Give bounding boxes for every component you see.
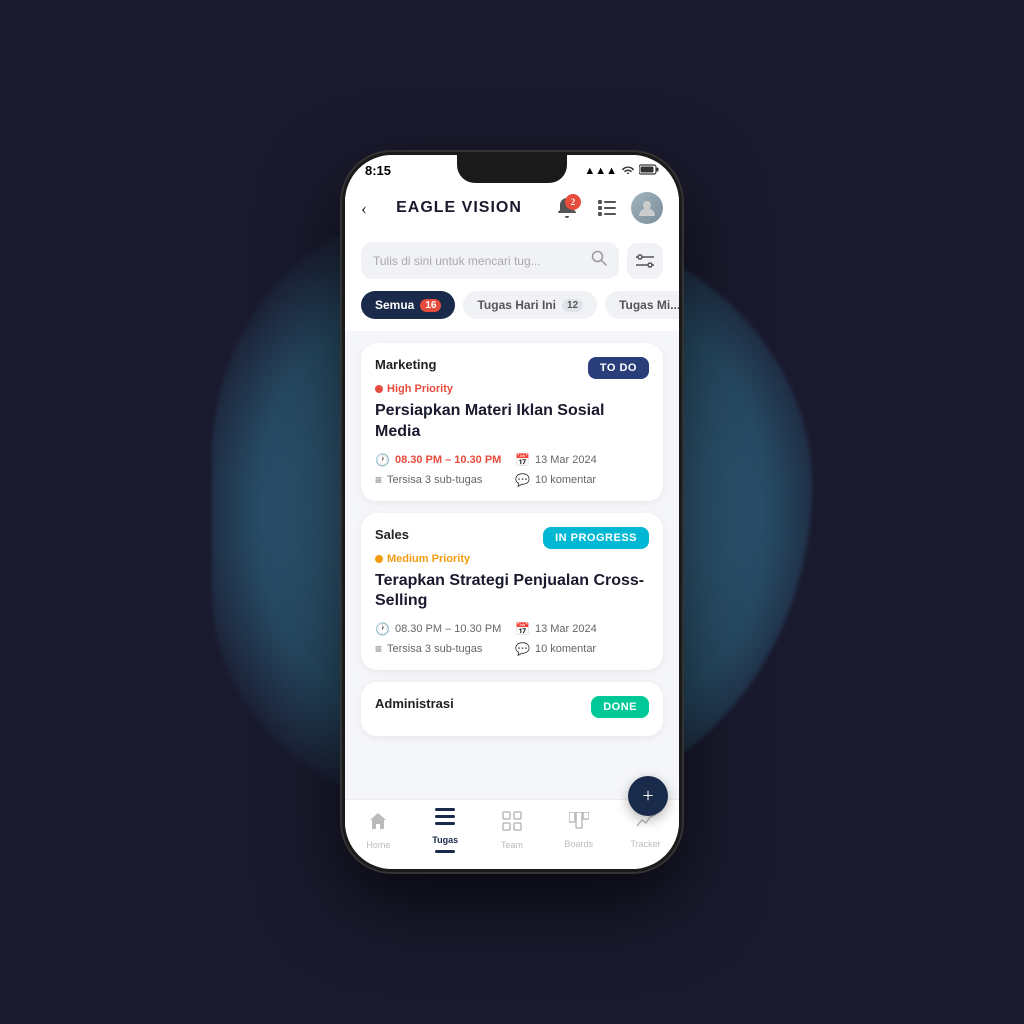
comment-icon-1: 💬 (515, 473, 530, 487)
task-comments-text-2: 10 komentar (535, 643, 596, 655)
tab-hari-ini-label: Tugas Hari Ini (477, 298, 555, 312)
nav-boards[interactable]: Boards (554, 812, 604, 849)
task-title-2: Terapkan Strategi Penjualan Cross-Sellin… (375, 571, 649, 613)
search-area: Tulis di sini untuk mencari tug... (345, 234, 679, 291)
avatar[interactable] (631, 192, 663, 224)
nav-home-label: Home (366, 840, 390, 850)
task-time-2: 🕐 08.30 PM – 10.30 PM (375, 622, 509, 636)
task-subtasks-2: ≡ Tersisa 3 sub-tugas (375, 642, 509, 656)
task-date-text-1: 13 Mar 2024 (535, 454, 597, 466)
task-subtasks-text-1: Tersisa 3 sub-tugas (387, 474, 482, 486)
status-icons: ▲▲▲ (584, 164, 659, 178)
task-category-1: Marketing (375, 357, 436, 372)
signal-icon: ▲▲▲ (584, 165, 617, 177)
task-priority-1: High Priority (375, 383, 649, 395)
notification-button[interactable]: 2 (551, 192, 583, 224)
task-date-2: 📅 13 Mar 2024 (515, 622, 649, 636)
back-button[interactable]: ‹ (361, 198, 367, 219)
phone-frame: 8:15 ▲▲▲ ‹ EAGLE VISION 2 (342, 152, 682, 872)
task-date-1: 📅 13 Mar 2024 (515, 453, 649, 467)
task-time-text-1: 08.30 PM – 10.30 PM (395, 454, 501, 466)
nav-tracker[interactable]: Tracker (621, 812, 671, 849)
app-title: EAGLE VISION (377, 199, 541, 217)
tab-hari-ini[interactable]: Tugas Hari Ini 12 (463, 291, 597, 319)
task-date-text-2: 13 Mar 2024 (535, 623, 597, 635)
task-comments-text-1: 10 komentar (535, 474, 596, 486)
comment-icon-2: 💬 (515, 642, 530, 656)
task-comments-1: 💬 10 komentar (515, 473, 649, 487)
task-list: Marketing TO DO High Priority Persiapkan… (345, 331, 679, 799)
list-button[interactable] (591, 192, 623, 224)
card-meta-1: 🕐 08.30 PM – 10.30 PM 📅 13 Mar 2024 ≡ Te… (375, 453, 649, 487)
priority-text-2: Medium Priority (387, 553, 470, 565)
main-content: Marketing TO DO High Priority Persiapkan… (345, 331, 679, 799)
nav-boards-label: Boards (565, 839, 594, 849)
task-time-1: 🕐 08.30 PM – 10.30 PM (375, 453, 509, 467)
phone-screen: 8:15 ▲▲▲ ‹ EAGLE VISION 2 (345, 155, 679, 869)
filter-button[interactable] (627, 243, 663, 279)
task-card-administrasi: Administrasi DONE (361, 682, 663, 736)
priority-dot-2 (375, 555, 383, 563)
wifi-icon (621, 164, 635, 177)
calendar-icon-1: 📅 (515, 453, 530, 467)
search-icon[interactable] (591, 250, 607, 271)
task-priority-2: Medium Priority (375, 553, 649, 565)
battery-icon (639, 164, 659, 178)
nav-tasks-label: Tugas (432, 835, 458, 845)
subtask-icon-1: ≡ (375, 473, 382, 487)
bottom-nav: Home Tugas Team Boards (345, 799, 679, 869)
app-header: ‹ EAGLE VISION 2 (345, 182, 679, 234)
task-status-2[interactable]: IN PROGRESS (543, 527, 649, 549)
task-title-1: Persiapkan Materi Iklan Sosial Media (375, 401, 649, 443)
status-time: 8:15 (365, 163, 391, 178)
tabs-area: Semua 16 Tugas Hari Ini 12 Tugas Mi... (345, 291, 679, 331)
nav-tasks[interactable]: Tugas (420, 808, 470, 853)
tab-minggu-label: Tugas Mi... (619, 298, 679, 312)
task-status-3[interactable]: DONE (591, 696, 649, 718)
task-subtasks-text-2: Tersisa 3 sub-tugas (387, 643, 482, 655)
card-meta-2: 🕐 08.30 PM – 10.30 PM 📅 13 Mar 2024 ≡ Te… (375, 622, 649, 656)
nav-home[interactable]: Home (353, 811, 403, 850)
notification-badge: 2 (565, 194, 581, 210)
task-card-marketing: Marketing TO DO High Priority Persiapkan… (361, 343, 663, 501)
task-category-3: Administrasi (375, 696, 454, 711)
clock-icon-1: 🕐 (375, 453, 390, 467)
card-header-2: Sales IN PROGRESS (375, 527, 649, 549)
search-placeholder: Tulis di sini untuk mencari tug... (373, 254, 583, 268)
home-icon (368, 811, 388, 837)
header-icons: 2 (551, 192, 663, 224)
nav-team[interactable]: Team (487, 811, 537, 850)
tab-semua-badge: 16 (420, 299, 441, 312)
priority-text-1: High Priority (387, 383, 453, 395)
calendar-icon-2: 📅 (515, 622, 530, 636)
team-icon (502, 811, 522, 837)
task-time-text-2: 08.30 PM – 10.30 PM (395, 623, 501, 635)
tab-minggu[interactable]: Tugas Mi... (605, 291, 679, 319)
fab-icon: + (642, 785, 653, 800)
clock-icon-2: 🕐 (375, 622, 390, 636)
phone-notch (457, 155, 567, 183)
nav-team-label: Team (501, 840, 523, 850)
boards-icon (569, 812, 589, 836)
task-status-1[interactable]: TO DO (588, 357, 649, 379)
task-comments-2: 💬 10 komentar (515, 642, 649, 656)
tab-hari-ini-badge: 12 (562, 299, 583, 312)
tab-semua-label: Semua (375, 298, 414, 312)
tab-semua[interactable]: Semua 16 (361, 291, 455, 319)
tasks-icon (435, 808, 455, 832)
task-subtasks-1: ≡ Tersisa 3 sub-tugas (375, 473, 509, 487)
card-header-1: Marketing TO DO (375, 357, 649, 379)
priority-dot-1 (375, 385, 383, 393)
task-category-2: Sales (375, 527, 409, 542)
nav-active-indicator (435, 850, 455, 853)
search-bar[interactable]: Tulis di sini untuk mencari tug... (361, 242, 619, 279)
task-card-sales: Sales IN PROGRESS Medium Priority Terapk… (361, 513, 663, 671)
card-header-3: Administrasi DONE (375, 696, 649, 718)
nav-tracker-label: Tracker (630, 839, 660, 849)
subtask-icon-2: ≡ (375, 642, 382, 656)
